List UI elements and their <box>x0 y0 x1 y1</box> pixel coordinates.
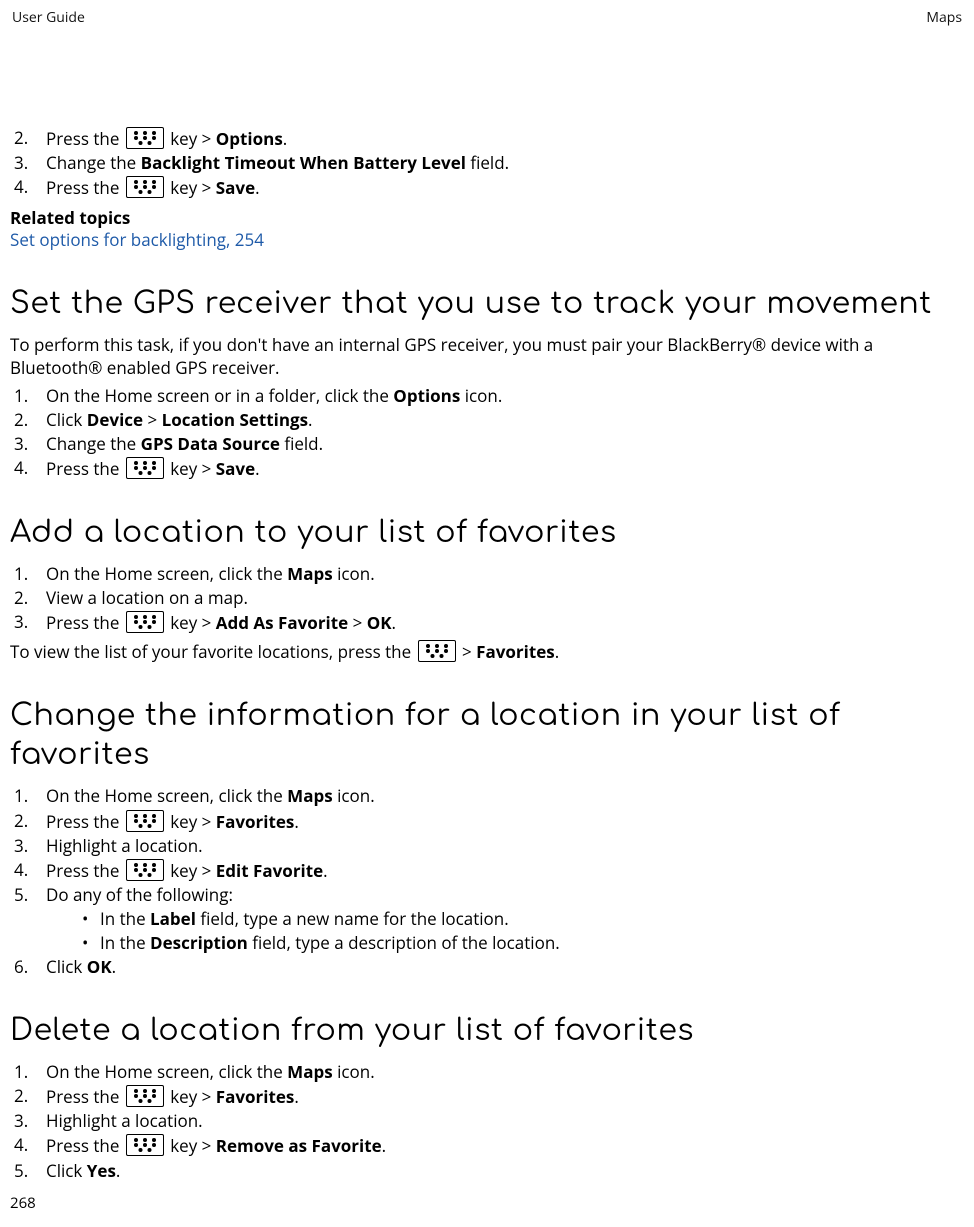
step-number: 1. <box>14 1061 28 1083</box>
step-number: 1. <box>14 385 28 407</box>
step-number: 1. <box>14 785 28 807</box>
list-item: 3. Change the Backlight Timeout When Bat… <box>10 152 964 174</box>
list-item: 4. Press the key > Save. <box>10 457 964 480</box>
list-item: 4. Press the key > Edit Favorite. <box>10 859 964 882</box>
heading-change-favorite: Change the information for a location in… <box>10 697 964 775</box>
list-item: 2. Press the key > Favorites. <box>10 810 964 833</box>
step-number: 1. <box>14 563 28 585</box>
menu-key-icon <box>126 457 164 479</box>
list-item: 5. Do any of the following: In the Label… <box>10 884 964 954</box>
step-number: 4. <box>14 859 28 881</box>
menu-key-icon <box>126 611 164 633</box>
steps-delete-favorite: 1. On the Home screen, click the Maps ic… <box>10 1061 964 1181</box>
step-number: 3. <box>14 835 28 857</box>
sub-item: In the Label field, type a new name for … <box>46 908 964 930</box>
sub-item: In the Description field, type a descrip… <box>46 932 964 954</box>
menu-key-icon <box>126 176 164 198</box>
menu-key-icon <box>126 859 164 881</box>
header-left: User Guide <box>12 8 85 27</box>
heading-delete-favorite: Delete a location from your list of favo… <box>10 1012 964 1051</box>
heading-add-favorite: Add a location to your list of favorites <box>10 514 964 553</box>
step-number: 2. <box>14 1085 28 1107</box>
list-item: 1. On the Home screen, click the Maps ic… <box>10 563 964 585</box>
list-item: 1. On the Home screen, click the Maps ic… <box>10 785 964 807</box>
step-number: 3. <box>14 152 28 174</box>
list-item: 2. Press the key > Favorites. <box>10 1085 964 1108</box>
list-item: 3. Highlight a location. <box>10 835 964 857</box>
steps-gps: 1. On the Home screen or in a folder, cl… <box>10 385 964 480</box>
list-item: 2. View a location on a map. <box>10 587 964 609</box>
related-topics-heading: Related topics <box>10 207 964 229</box>
step-number: 6. <box>14 956 28 978</box>
list-item: 3. Change the GPS Data Source field. <box>10 433 964 455</box>
list-item: 2. Press the key > Options. <box>10 127 964 150</box>
steps-change-favorite: 1. On the Home screen, click the Maps ic… <box>10 785 964 978</box>
step-number: 4. <box>14 457 28 479</box>
step-number: 2. <box>14 587 28 609</box>
menu-key-icon <box>126 1134 164 1156</box>
list-item: 3. Press the key > Add As Favorite > OK. <box>10 611 964 634</box>
sub-bullets: In the Label field, type a new name for … <box>46 908 964 954</box>
step-number: 3. <box>14 611 28 633</box>
list-item: 4. Press the key > Remove as Favorite. <box>10 1134 964 1157</box>
step-number: 4. <box>14 1134 28 1156</box>
list-item: 3. Highlight a location. <box>10 1110 964 1132</box>
list-item: 1. On the Home screen, click the Maps ic… <box>10 1061 964 1083</box>
list-item: 4. Press the key > Save. <box>10 176 964 199</box>
menu-key-icon <box>126 127 164 149</box>
step-number: 2. <box>14 127 28 149</box>
step-number: 3. <box>14 1110 28 1132</box>
related-link[interactable]: Set options for backlighting, 254 <box>10 229 964 251</box>
intro-gps: To perform this task, if you don't have … <box>10 334 964 378</box>
menu-key-icon <box>126 1085 164 1107</box>
list-item: 2. Click Device > Location Settings. <box>10 409 964 431</box>
step-number: 2. <box>14 810 28 832</box>
outro-add-favorite: To view the list of your favorite locati… <box>10 640 964 663</box>
steps-add-favorite: 1. On the Home screen, click the Maps ic… <box>10 563 964 634</box>
step-number: 2. <box>14 409 28 431</box>
menu-key-icon <box>126 810 164 832</box>
step-number: 4. <box>14 176 28 198</box>
list-item: 1. On the Home screen or in a folder, cl… <box>10 385 964 407</box>
step-number: 5. <box>14 884 28 906</box>
step-number: 3. <box>14 433 28 455</box>
heading-gps: Set the GPS receiver that you use to tra… <box>10 285 964 324</box>
menu-key-icon <box>418 640 456 662</box>
steps-backlight: 2. Press the key > Options. 3. Change th… <box>10 127 964 199</box>
header-right: Maps <box>926 8 962 27</box>
step-number: 5. <box>14 1160 28 1182</box>
list-item: 6. Click OK. <box>10 956 964 978</box>
list-item: 5. Click Yes. <box>10 1160 964 1182</box>
page-number: 268 <box>10 1193 36 1213</box>
